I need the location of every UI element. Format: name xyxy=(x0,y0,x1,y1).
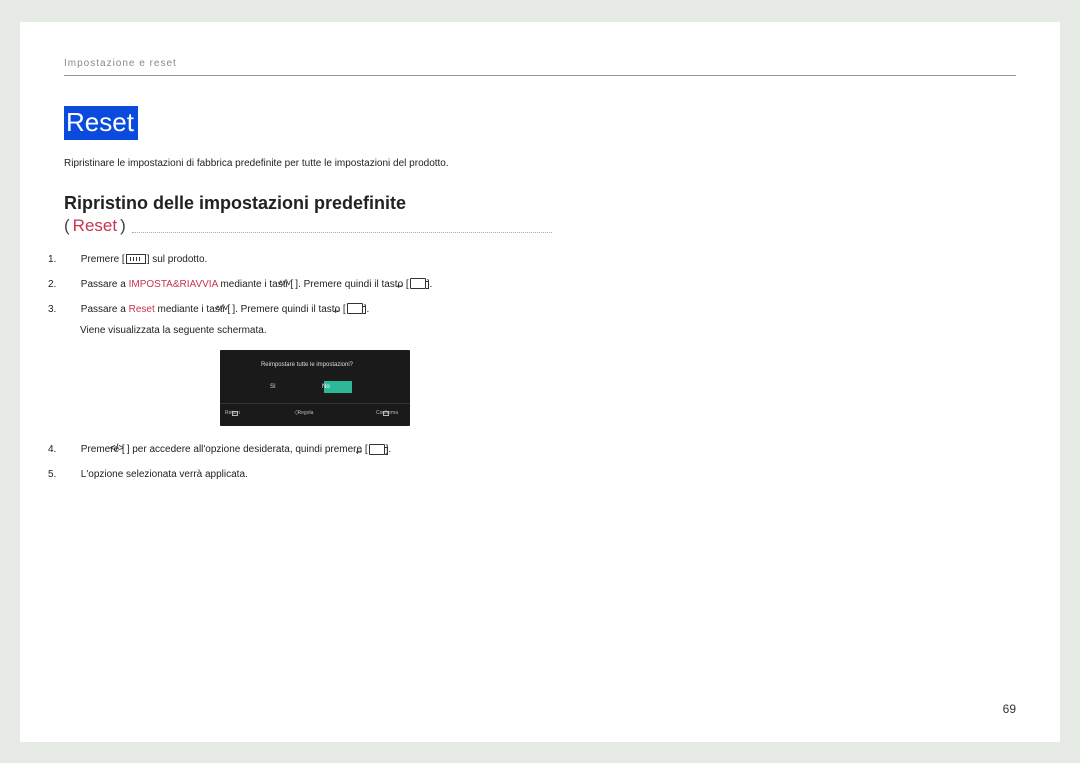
page-title-badge: Reset xyxy=(64,106,138,140)
section-subtitle: ( Reset ) xyxy=(64,216,1016,236)
step-3: 3. Passare a Reset mediante i tasti [˄/˅… xyxy=(64,300,1016,426)
step-2: 2. Passare a IMPOSTA&RIAVVIA mediante i … xyxy=(64,275,1016,294)
section-title: Ripristino delle impostazioni predefinit… xyxy=(64,193,1016,214)
header-breadcrumb: Impostazione e reset xyxy=(64,58,1016,76)
intro-text: Ripristinare le impostazioni di fabbrica… xyxy=(64,158,1016,169)
menu-icon xyxy=(126,254,146,264)
keyword-imposta: IMPOSTA&RIAVVIA xyxy=(129,279,218,290)
step-4: 4. Premere [</>] per accedere all'opzion… xyxy=(64,440,1016,459)
step-1: 1. Premere [] sul prodotto. xyxy=(64,250,1016,269)
osd-screenshot: Reimpostare tutte le impostazioni? Sì No… xyxy=(220,350,410,426)
osd-option-yes: Sì xyxy=(278,381,294,393)
osd-option-no: No xyxy=(324,381,352,393)
osd-footer-regola: ◇Regola xyxy=(311,408,314,419)
subtitle-keyword: Reset xyxy=(73,216,117,236)
osd-footer-return: Return xyxy=(232,408,241,419)
keyword-reset: Reset xyxy=(129,304,155,315)
step-3-description: Viene visualizzata la seguente schermata… xyxy=(96,321,1016,340)
enter-icon xyxy=(369,444,385,455)
steps-list: 1. Premere [] sul prodotto. 2. Passare a… xyxy=(64,250,1016,484)
osd-question: Reimpostare tutte le impostazioni? xyxy=(220,360,410,371)
page-number: 69 xyxy=(1003,702,1016,716)
enter-icon xyxy=(347,303,363,314)
enter-icon xyxy=(410,278,426,289)
step-5: 5. L'opzione selezionata verrà applicata… xyxy=(64,465,1016,484)
osd-footer-conferma: Conferma xyxy=(383,408,398,419)
document-page: Impostazione e reset Reset Ripristinare … xyxy=(20,22,1060,742)
dotted-divider xyxy=(132,219,552,233)
osd-options: Sì No xyxy=(220,381,410,393)
osd-footer: Return ◇Regola Conferma xyxy=(220,403,410,421)
